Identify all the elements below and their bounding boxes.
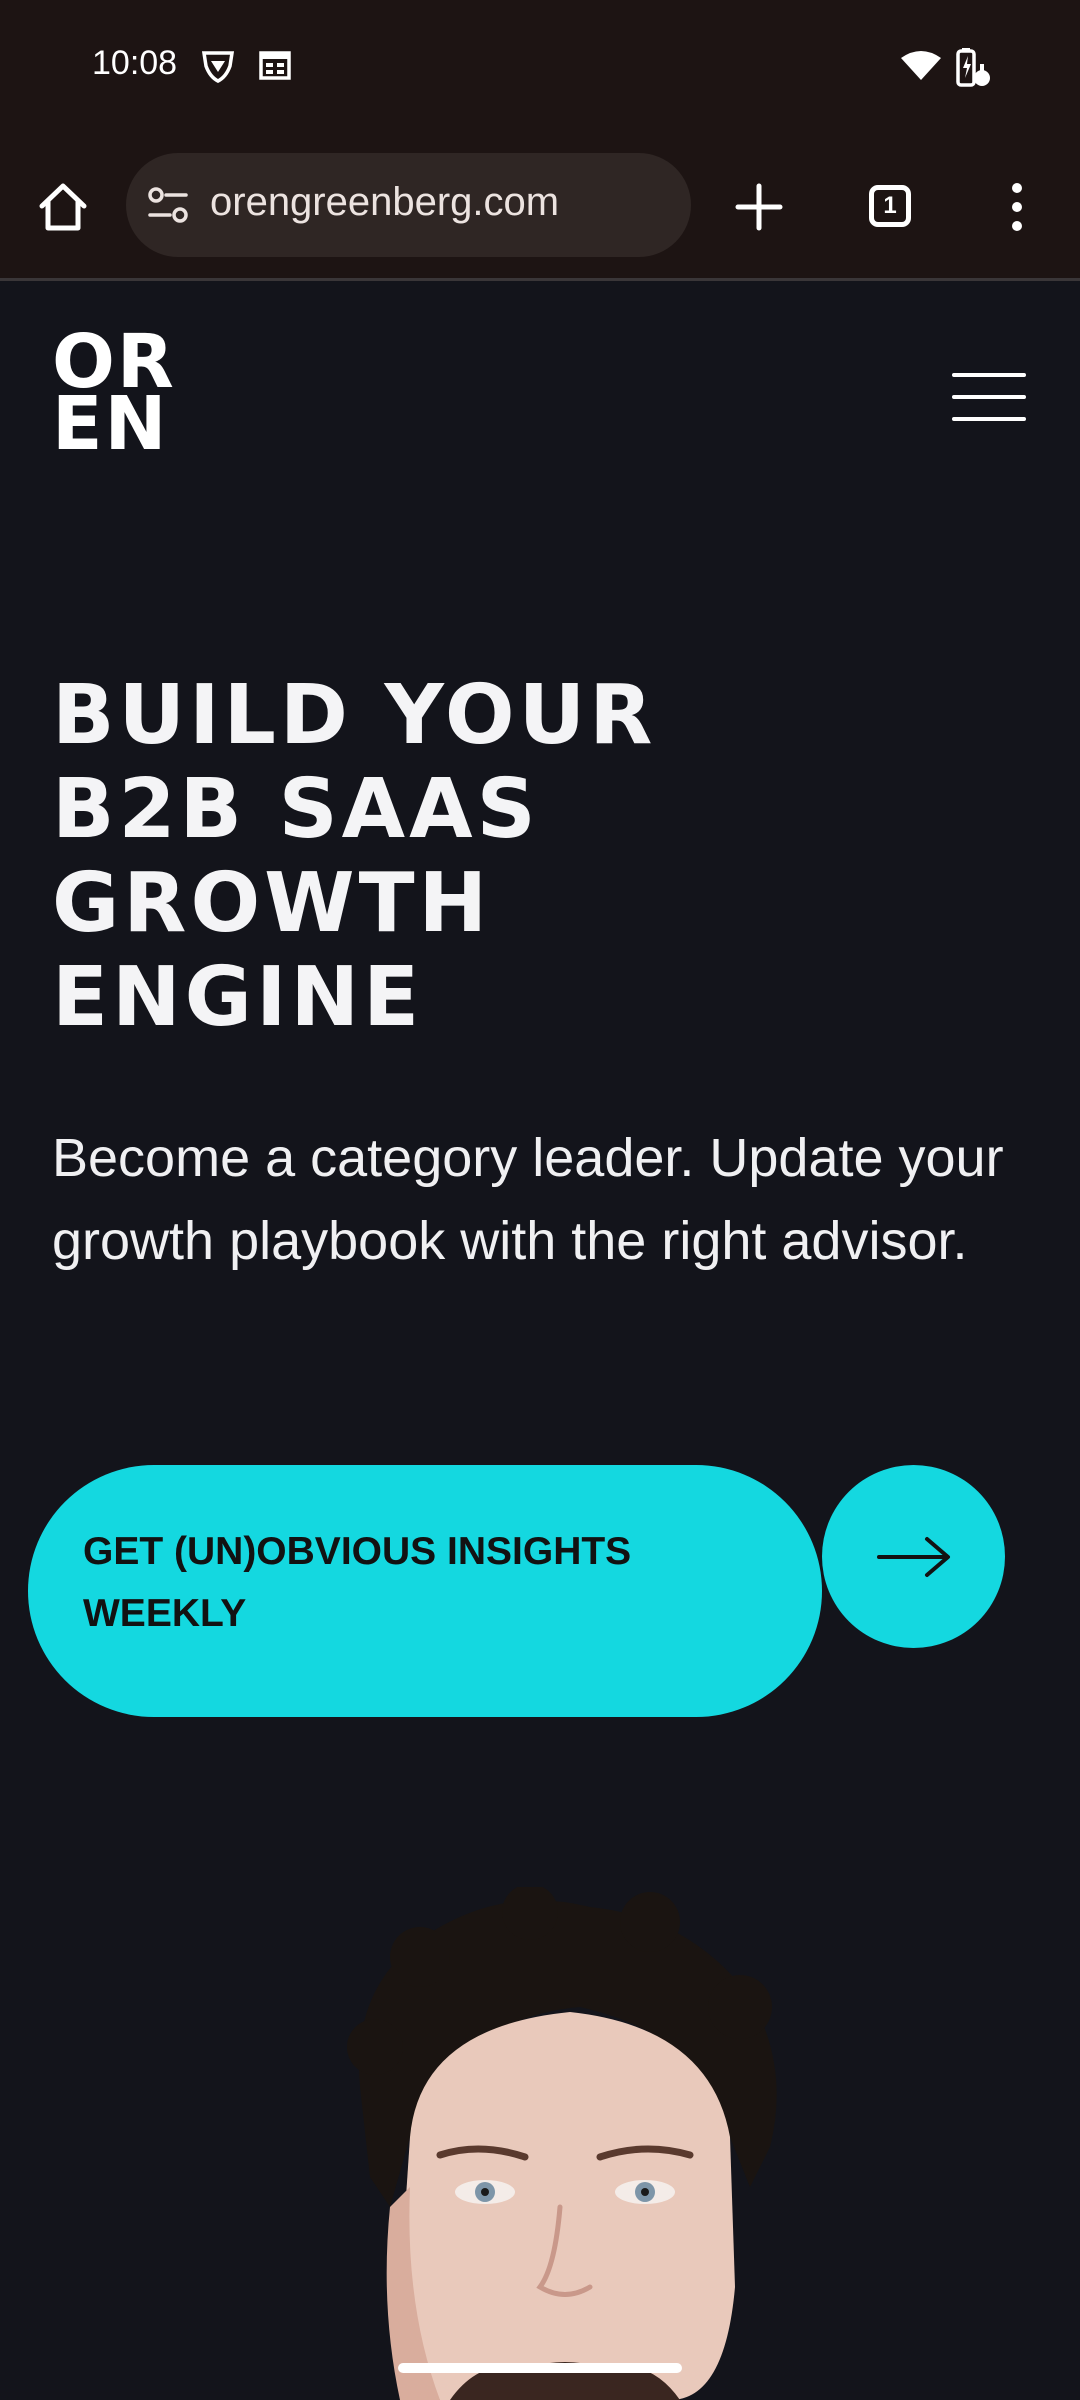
cta-label: GET (UN)OBVIOUS INSIGHTS WEEKLY: [83, 1530, 632, 1635]
cta-button[interactable]: GET (UN)OBVIOUS INSIGHTS WEEKLY: [28, 1465, 822, 1717]
status-time: 10:08: [92, 44, 178, 82]
headline-line: BUILD YOUR: [52, 668, 657, 763]
arrow-right-icon: [876, 1536, 950, 1577]
tab-switcher-icon: 1: [869, 185, 911, 227]
vpn-shield-icon: [200, 48, 236, 89]
new-tab-button[interactable]: [724, 172, 794, 242]
cta-arrow-button[interactable]: [822, 1465, 1005, 1648]
url-text: orengreenberg.com: [210, 180, 560, 224]
logo-line-2: EN: [52, 381, 169, 467]
headline-line: B2B SAAS: [52, 762, 540, 857]
home-button[interactable]: [28, 172, 98, 242]
headline-line: ENGINE: [52, 950, 424, 1045]
wifi-icon: [900, 50, 942, 87]
web-page: OR EN BUILD YOUR B2B SAAS GROWTH ENGINE …: [0, 281, 1080, 2400]
url-bar[interactable]: orengreenberg.com: [126, 153, 691, 257]
gesture-nav-bar[interactable]: [398, 2363, 682, 2373]
site-logo[interactable]: OR EN: [52, 325, 202, 467]
hero-subheadline: Become a category leader. Update your gr…: [52, 1128, 1004, 1271]
tab-switcher-button[interactable]: 1: [862, 178, 918, 234]
hero-headline: BUILD YOUR B2B SAAS GROWTH ENGINE: [52, 669, 952, 1045]
hamburger-menu-icon[interactable]: [952, 373, 1026, 425]
overflow-menu-button[interactable]: [1000, 172, 1034, 242]
calendar-icon: [258, 48, 292, 87]
home-icon: [39, 183, 87, 231]
headline-line: GROWTH: [52, 856, 492, 951]
tab-count: 1: [883, 192, 897, 219]
overflow-menu-icon: [1012, 183, 1022, 231]
site-settings-icon[interactable]: [146, 185, 190, 230]
battery-icon: [956, 46, 992, 93]
status-bar: 10:08: [0, 0, 1080, 140]
browser-toolbar: orengreenberg.com 1: [0, 140, 1080, 281]
portrait-photo: [347, 1887, 777, 2400]
new-tab-icon: [735, 183, 783, 231]
